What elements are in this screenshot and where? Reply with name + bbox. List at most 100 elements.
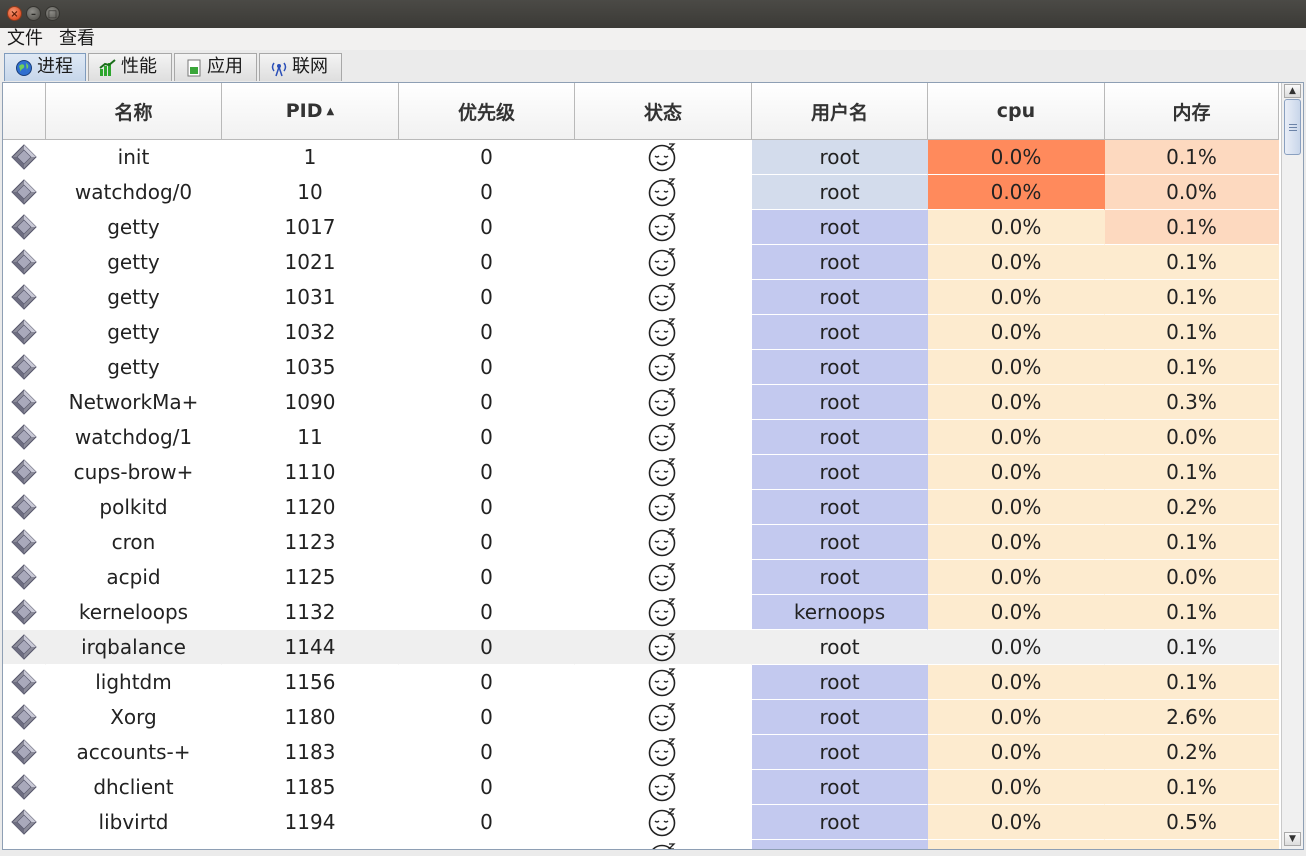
cell-cpu: 0.0% <box>928 315 1105 350</box>
column-header-name-label: 名称 <box>114 101 153 124</box>
column-header-pid[interactable]: PID ▲ <box>222 83 399 140</box>
cell-cpu: 0.0% <box>928 525 1105 560</box>
table-row[interactable]: getty 1035 0 root 0.0% 0.1% <box>3 350 1279 385</box>
table-row[interactable]: init 1 0 root 0.0% 0.1% <box>3 140 1279 175</box>
cell-pid: 1017 <box>222 210 399 245</box>
table-row[interactable]: libvirtd 1194 0 root 0.0% 0.5% <box>3 805 1279 840</box>
cell-user: root <box>752 770 928 805</box>
column-header-name[interactable]: 名称 <box>46 83 222 140</box>
sleeping-face-icon <box>575 770 752 805</box>
tab-processes[interactable]: 进程 <box>4 53 86 81</box>
column-header-user[interactable]: 用户名 <box>752 83 928 140</box>
cell-cpu: 0.0% <box>928 560 1105 595</box>
cell-name: kerneloops <box>46 595 222 630</box>
cell-user: root <box>752 525 928 560</box>
cell-cpu <box>928 840 1105 849</box>
cell-cpu: 0.0% <box>928 805 1105 840</box>
menu-view[interactable]: 查看 <box>59 28 95 50</box>
process-gem-icon <box>3 525 46 560</box>
cell-user: root <box>752 490 928 525</box>
cell-pid: 1132 <box>222 595 399 630</box>
table-row[interactable] <box>3 840 1279 849</box>
cell-pid: 1120 <box>222 490 399 525</box>
cell-priority: 0 <box>399 560 575 595</box>
sleeping-face-icon <box>575 805 752 840</box>
table-row[interactable]: Xorg 1180 0 root 0.0% 2.6% <box>3 700 1279 735</box>
cell-pid: 1194 <box>222 805 399 840</box>
maximize-window-button[interactable]: □ <box>45 6 60 21</box>
cell-pid: 1185 <box>222 770 399 805</box>
table-row[interactable]: getty 1021 0 root 0.0% 0.1% <box>3 245 1279 280</box>
performance-chart-icon <box>99 59 116 76</box>
tab-network[interactable]: 联网 <box>259 53 342 81</box>
cell-name: cron <box>46 525 222 560</box>
process-gem-icon <box>3 735 46 770</box>
tab-label: 应用 <box>207 56 243 77</box>
table-row[interactable]: dhclient 1185 0 root 0.0% 0.1% <box>3 770 1279 805</box>
cell-pid: 1156 <box>222 665 399 700</box>
sleeping-face-icon <box>575 210 752 245</box>
table-row[interactable]: getty 1031 0 root 0.0% 0.1% <box>3 280 1279 315</box>
cell-name: lightdm <box>46 665 222 700</box>
table-row[interactable]: watchdog/0 10 0 root 0.0% 0.0% <box>3 175 1279 210</box>
scroll-thumb[interactable] <box>1284 99 1301 155</box>
table-row[interactable]: acpid 1125 0 root 0.0% 0.0% <box>3 560 1279 595</box>
table-row[interactable]: lightdm 1156 0 root 0.0% 0.1% <box>3 665 1279 700</box>
scroll-up-button[interactable]: ▲ <box>1284 84 1301 98</box>
sleeping-face-icon <box>575 280 752 315</box>
column-header-state[interactable]: 状态 <box>575 83 752 140</box>
column-header-priority[interactable]: 优先级 <box>399 83 575 140</box>
table-row[interactable]: kerneloops 1132 0 kernoops 0.0% 0.1% <box>3 595 1279 630</box>
cell-user: root <box>752 140 928 175</box>
cell-name: getty <box>46 350 222 385</box>
cell-mem: 0.1% <box>1105 455 1279 490</box>
process-gem-icon <box>3 140 46 175</box>
cell-priority: 0 <box>399 595 575 630</box>
table-row[interactable]: accounts-+ 1183 0 root 0.0% 0.2% <box>3 735 1279 770</box>
cell-priority: 0 <box>399 140 575 175</box>
column-header-cpu[interactable]: cpu <box>928 83 1105 140</box>
cell-cpu: 0.0% <box>928 245 1105 280</box>
cell-user: root <box>752 700 928 735</box>
table-row[interactable]: getty 1017 0 root 0.0% 0.1% <box>3 210 1279 245</box>
vertical-scrollbar[interactable]: ▲ ▼ <box>1281 83 1303 849</box>
table-row[interactable]: cups-brow+ 1110 0 root 0.0% 0.1% <box>3 455 1279 490</box>
process-gem-icon <box>3 595 46 630</box>
cell-mem: 0.0% <box>1105 420 1279 455</box>
table-row[interactable]: polkitd 1120 0 root 0.0% 0.2% <box>3 490 1279 525</box>
cell-user: root <box>752 455 928 490</box>
table-row[interactable]: irqbalance 1144 0 root 0.0% 0.1% <box>3 630 1279 665</box>
cell-cpu: 0.0% <box>928 210 1105 245</box>
minimize-window-button[interactable]: – <box>26 6 41 21</box>
cell-mem: 0.1% <box>1105 280 1279 315</box>
table-row[interactable]: getty 1032 0 root 0.0% 0.1% <box>3 315 1279 350</box>
cell-name: polkitd <box>46 490 222 525</box>
tab-applications[interactable]: 应用 <box>174 53 257 81</box>
table-row[interactable]: NetworkMa+ 1090 0 root 0.0% 0.3% <box>3 385 1279 420</box>
menu-file[interactable]: 文件 <box>7 28 43 50</box>
cell-pid: 1035 <box>222 350 399 385</box>
network-antenna-icon <box>271 62 287 77</box>
sleeping-face-icon <box>575 385 752 420</box>
column-header-icon[interactable] <box>3 83 46 140</box>
process-table: 名称 PID ▲ 优先级 状态 用户名 cpu 内存 init 1 0 root 0.0%… <box>2 82 1304 850</box>
table-header: 名称 PID ▲ 优先级 状态 用户名 cpu 内存 <box>3 83 1279 140</box>
cell-user: root <box>752 420 928 455</box>
cell-priority: 0 <box>399 315 575 350</box>
sleeping-face-icon <box>575 245 752 280</box>
close-window-button[interactable]: × <box>7 6 22 21</box>
scroll-down-button[interactable]: ▼ <box>1284 832 1301 846</box>
cell-mem: 0.1% <box>1105 595 1279 630</box>
process-gem-icon <box>3 770 46 805</box>
sleeping-face-icon <box>575 840 752 849</box>
table-row[interactable]: watchdog/1 11 0 root 0.0% 0.0% <box>3 420 1279 455</box>
cell-cpu: 0.0% <box>928 665 1105 700</box>
cell-user: root <box>752 735 928 770</box>
menu-bar: 文件 查看 <box>0 28 1306 50</box>
sleeping-face-icon <box>575 525 752 560</box>
cell-cpu: 0.0% <box>928 350 1105 385</box>
column-header-memory[interactable]: 内存 <box>1105 83 1279 140</box>
cell-priority: 0 <box>399 735 575 770</box>
tab-performance[interactable]: 性能 <box>88 53 172 81</box>
table-row[interactable]: cron 1123 0 root 0.0% 0.1% <box>3 525 1279 560</box>
